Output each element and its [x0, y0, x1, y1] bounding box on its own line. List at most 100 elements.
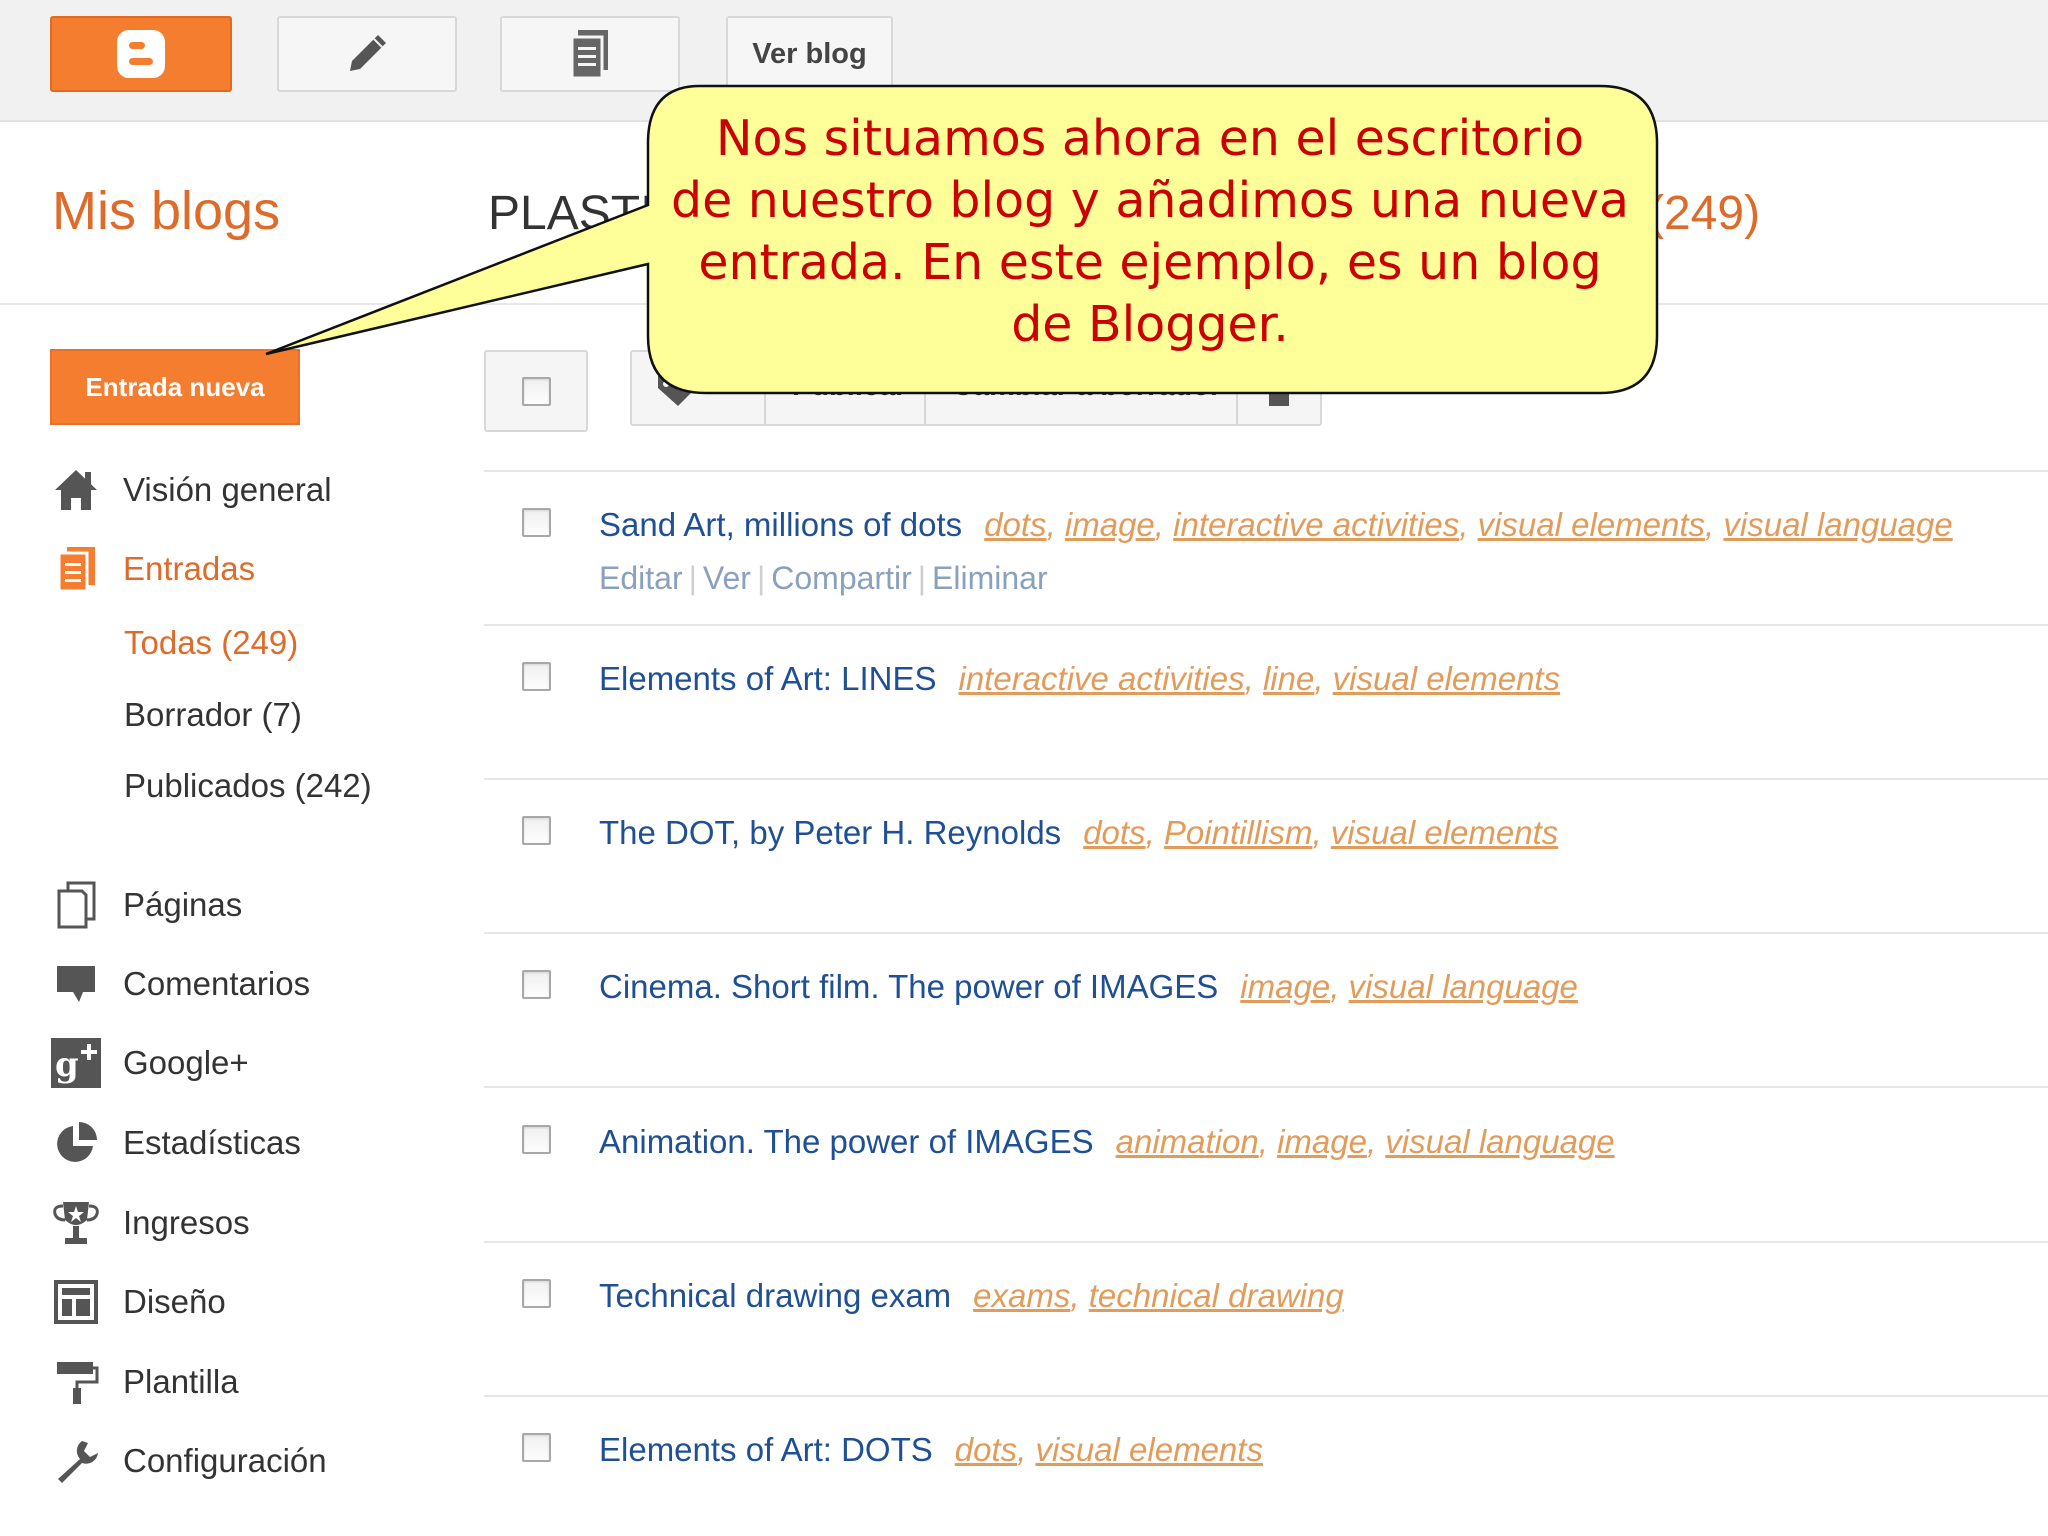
sidebar-item-stats[interactable]: Estadísticas — [50, 1118, 301, 1168]
sidebar-item-google-plus[interactable]: g Google+ — [50, 1038, 249, 1088]
post-title-link[interactable]: Technical drawing exam — [599, 1277, 951, 1314]
comment-icon — [50, 959, 102, 1009]
sidebar-item-label: Plantilla — [123, 1363, 239, 1400]
post-checkbox[interactable] — [522, 508, 551, 537]
sidebar-item-posts[interactable]: Entradas — [50, 544, 255, 594]
post-checkbox[interactable] — [522, 1279, 551, 1308]
post-label-link[interactable]: image — [1240, 968, 1330, 1005]
sidebar-item-overview[interactable]: Visión general — [50, 465, 332, 515]
post-label-link[interactable]: visual language — [1385, 1123, 1614, 1160]
blog-title: PLASTI — [488, 187, 654, 240]
page-icon — [50, 880, 102, 930]
new-post-pencil-button[interactable] — [277, 16, 457, 92]
posts-icon — [50, 544, 102, 594]
document-stack-icon — [570, 30, 608, 80]
callout-line: de nuestro blog y añadimos una nueva — [670, 172, 1630, 229]
post-title-link[interactable]: The DOT, by Peter H. Reynolds — [599, 814, 1061, 851]
post-labels: animation, image, visual language — [1116, 1123, 1615, 1160]
sidebar-item-pages[interactable]: Páginas — [50, 880, 242, 930]
post-action-share[interactable]: Compartir — [771, 560, 911, 596]
revert-to-draft-button[interactable]: Cambiar a borrador — [952, 370, 1221, 403]
post-label-link[interactable]: Pointillism — [1164, 814, 1313, 851]
post-checkbox[interactable] — [522, 1125, 551, 1154]
action-separator: | — [688, 560, 697, 596]
post-label-link[interactable]: technical drawing — [1089, 1277, 1344, 1314]
label-tag-icon[interactable] — [654, 370, 734, 410]
post-label-link[interactable]: dots — [1083, 814, 1145, 851]
pie-chart-icon — [50, 1118, 102, 1168]
new-post-button[interactable]: Entrada nueva — [50, 349, 300, 425]
label-separator: , — [1017, 1431, 1036, 1468]
post-label-link[interactable]: visual language — [1723, 506, 1952, 543]
post-action-toolbar: Publicar Cambiar a borrador — [630, 350, 1322, 426]
post-row: Technical drawing exam exams, technical d… — [484, 1243, 2048, 1397]
label-separator: , — [1154, 506, 1174, 543]
pencil-icon — [350, 35, 386, 71]
post-row: Animation. The power of IMAGES animation,… — [484, 1089, 2048, 1243]
label-separator: , — [1312, 814, 1331, 851]
post-labels: dots, Pointillism, visual elements — [1083, 814, 1558, 851]
post-label-link[interactable]: visual elements — [1331, 814, 1558, 851]
trash-icon[interactable] — [1264, 372, 1294, 408]
post-label-link[interactable]: visual elements — [1478, 506, 1705, 543]
blogger-logo-button[interactable] — [50, 16, 232, 92]
sidebar-item-label: Visión general — [123, 471, 332, 508]
select-all-checkbox[interactable] — [521, 376, 551, 406]
view-blog-button[interactable]: Ver blog — [726, 16, 893, 92]
post-label-link[interactable]: visual elements — [1036, 1431, 1263, 1468]
post-action-delete[interactable]: Eliminar — [932, 560, 1048, 596]
post-label-link[interactable]: image — [1065, 506, 1155, 543]
label-separator: , — [1314, 660, 1333, 697]
post-line: Cinema. Short film. The power of IMAGES i… — [599, 968, 1578, 1006]
post-title-link[interactable]: Cinema. Short film. The power of IMAGES — [599, 968, 1218, 1005]
post-line: Sand Art, millions of dots dots, image, i… — [599, 506, 1953, 544]
post-title-link[interactable]: Animation. The power of IMAGES — [599, 1123, 1094, 1160]
callout-text: Nos situamos ahora en el escritorio de n… — [660, 108, 1640, 356]
my-blogs-link[interactable]: Mis blogs — [52, 180, 280, 242]
post-line: Elements of Art: LINES interactive activi… — [599, 660, 1560, 698]
label-separator: , — [1330, 968, 1349, 1005]
post-title-link[interactable]: Elements of Art: LINES — [599, 660, 936, 697]
label-separator: , — [1366, 1123, 1386, 1160]
post-label-link[interactable]: visual elements — [1333, 660, 1560, 697]
post-labels: dots, visual elements — [955, 1431, 1263, 1468]
post-checkbox[interactable] — [522, 662, 551, 691]
post-label-link[interactable]: image — [1277, 1123, 1367, 1160]
google-plus-icon: g — [50, 1038, 102, 1088]
action-separator: | — [756, 560, 766, 596]
sidebar-subitem-published[interactable]: Publicados (242) — [124, 767, 372, 805]
post-action-edit[interactable]: Editar — [599, 560, 683, 596]
post-line: The DOT, by Peter H. Reynolds dots, Point… — [599, 814, 1558, 852]
posts-list-button[interactable] — [500, 16, 680, 92]
post-label-link[interactable]: line — [1263, 660, 1314, 697]
sidebar-item-earnings[interactable]: Ingresos — [50, 1198, 250, 1248]
post-label-link[interactable]: interactive activities — [958, 660, 1244, 697]
post-checkbox[interactable] — [522, 970, 551, 999]
top-bar: Ver blog — [0, 0, 2048, 122]
post-checkbox[interactable] — [522, 816, 551, 845]
trophy-icon — [50, 1198, 102, 1248]
sidebar-item-label: Páginas — [123, 886, 243, 923]
post-label-link[interactable]: visual language — [1349, 968, 1578, 1005]
post-title-link[interactable]: Elements of Art: DOTS — [599, 1431, 933, 1468]
post-label-link[interactable]: interactive activities — [1173, 506, 1459, 543]
label-separator: , — [1258, 1123, 1278, 1160]
publish-button[interactable]: Publicar — [792, 370, 906, 403]
sidebar-item-comments[interactable]: Comentarios — [50, 959, 310, 1009]
sidebar-item-settings[interactable]: Configuración — [50, 1436, 327, 1486]
label-separator: , — [1244, 660, 1263, 697]
post-label-link[interactable]: animation — [1116, 1123, 1259, 1160]
select-all-box[interactable] — [484, 350, 588, 432]
post-checkbox[interactable] — [522, 1433, 551, 1462]
post-label-link[interactable]: exams — [973, 1277, 1070, 1314]
sidebar-item-template[interactable]: Plantilla — [50, 1357, 239, 1407]
post-action-view[interactable]: Ver — [703, 560, 751, 596]
post-label-link[interactable]: dots — [984, 506, 1046, 543]
post-labels: image, visual language — [1240, 968, 1578, 1005]
post-labels: dots, image, interactive activities, vis… — [984, 506, 1953, 543]
post-title-link[interactable]: Sand Art, millions of dots — [599, 506, 962, 543]
sidebar-subitem-all[interactable]: Todas (249) — [124, 624, 298, 662]
sidebar-subitem-draft[interactable]: Borrador (7) — [124, 696, 302, 734]
sidebar-item-layout[interactable]: Diseño — [50, 1277, 226, 1327]
post-label-link[interactable]: dots — [955, 1431, 1017, 1468]
